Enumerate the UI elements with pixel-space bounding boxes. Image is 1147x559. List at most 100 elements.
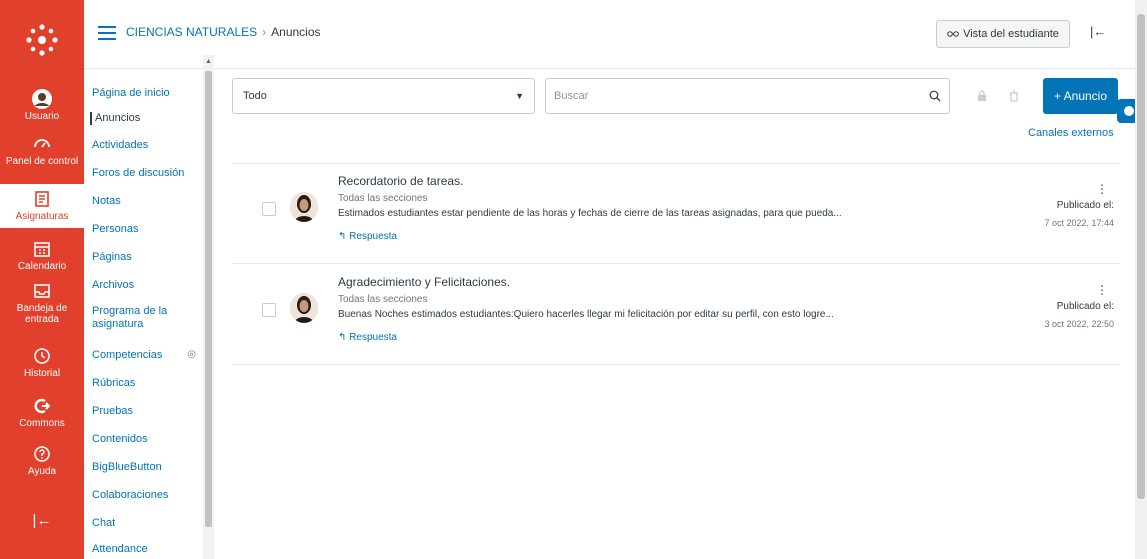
course-nav-archivos[interactable]: Archivos — [92, 279, 200, 292]
reply-icon: ↰ — [338, 231, 347, 242]
course-nav-bigbluebutton[interactable]: BigBlueButton — [92, 461, 200, 474]
breadcrumb: CIENCIAS NATURALES › Anuncios — [126, 25, 321, 39]
course-nav-pagina-de-inicio[interactable]: Página de inicio — [92, 87, 200, 100]
nav-label: Usuario — [24, 111, 60, 122]
posted-label: Publicado el: — [1056, 200, 1114, 211]
course-nav-actividades[interactable]: Actividades — [92, 139, 200, 152]
hamburger-menu-icon[interactable] — [98, 26, 116, 40]
collapse-nav-button[interactable]: |← — [0, 505, 84, 535]
commons-icon — [31, 395, 53, 417]
kebab-menu-icon[interactable]: ⋮ — [1096, 283, 1108, 297]
trash-icon — [1010, 90, 1018, 102]
course-header: CIENCIAS NATURALES › Anuncios Vista del … — [84, 0, 1147, 68]
glasses-icon — [947, 31, 959, 37]
course-nav-paginas[interactable]: Páginas — [92, 251, 200, 264]
breadcrumb-current: Anuncios — [271, 25, 321, 39]
add-announcement-button[interactable]: + Anuncio — [1043, 78, 1118, 114]
nav-panel-de-control[interactable]: Panel de control — [0, 133, 84, 168]
courses-icon — [31, 188, 53, 210]
announcement-sections: Todas las secciones — [338, 193, 428, 204]
kebab-menu-icon[interactable]: ⋮ — [1096, 182, 1108, 196]
filter-select[interactable]: Todo ▼ — [232, 78, 535, 114]
course-nav-anuncios[interactable]: Anuncios — [90, 112, 198, 125]
page-scrollbar-thumb[interactable] — [1137, 14, 1145, 499]
announcement-checkbox[interactable] — [262, 202, 276, 216]
course-nav-chat[interactable]: Chat — [92, 517, 200, 530]
course-nav-colaboraciones[interactable]: Colaboraciones — [92, 489, 200, 502]
nav-usuario[interactable]: Usuario — [0, 88, 84, 123]
calendar-icon — [31, 238, 53, 260]
search-icon — [929, 90, 941, 102]
avatar[interactable] — [290, 293, 318, 323]
student-view-button[interactable]: Vista del estudiante — [936, 20, 1070, 48]
announcement-message: Buenas Noches estimados estudiantes:Quie… — [338, 309, 834, 320]
course-nav-competencias[interactable]: Competencias ◎ — [92, 349, 200, 362]
posted-date: 7 oct 2022, 17:44 — [1044, 218, 1114, 228]
nav-ayuda[interactable]: Ayuda — [0, 443, 84, 478]
course-nav-notas[interactable]: Notas — [92, 195, 200, 208]
scrollbar-thumb[interactable] — [205, 71, 212, 527]
canvas-logo-icon[interactable] — [0, 0, 84, 80]
course-nav-rubricas[interactable]: Rúbricas — [92, 377, 200, 390]
search-input[interactable]: Buscar — [545, 78, 950, 114]
inbox-icon — [31, 280, 53, 302]
course-nav: Página de inicio Anuncios Actividades Fo… — [84, 69, 206, 559]
course-nav-personas[interactable]: Personas — [92, 223, 200, 236]
reply-label: Respuesta — [349, 231, 397, 242]
course-nav-scrollbar[interactable] — [203, 55, 214, 559]
breadcrumb-separator: › — [262, 25, 267, 39]
reply-link[interactable]: ↰ Respuesta — [338, 231, 397, 242]
breadcrumb-course-link[interactable]: CIENCIAS NATURALES — [126, 25, 257, 39]
scroll-up-arrow-icon[interactable]: ▲ — [205, 58, 212, 65]
course-nav-label: Competencias — [92, 349, 163, 361]
reply-label: Respuesta — [349, 332, 397, 343]
nav-label: Asignaturas — [15, 211, 69, 222]
search-placeholder: Buscar — [554, 90, 589, 102]
nav-calendario[interactable]: Calendario — [0, 238, 84, 273]
nav-commons[interactable]: Commons — [0, 395, 84, 430]
avatar[interactable] — [290, 192, 318, 222]
course-nav-programa[interactable]: Programa de la asignatura — [92, 305, 172, 330]
main-content: Todo ▼ Buscar + Anuncio Canales externos… — [232, 69, 1122, 559]
course-nav-attendance[interactable]: Attendance — [92, 543, 200, 556]
course-nav-foros[interactable]: Foros de discusión — [92, 167, 200, 180]
page-scrollbar[interactable] — [1135, 0, 1147, 559]
nav-label: Historial — [23, 368, 61, 379]
lock-icon — [978, 90, 986, 101]
collapse-icon: |← — [32, 511, 52, 529]
nav-label: Panel de control — [5, 156, 79, 167]
nav-label: Bandeja de entrada — [16, 303, 68, 325]
announcement-title[interactable]: Recordatorio de tareas. — [338, 174, 463, 188]
course-nav-contenidos[interactable]: Contenidos — [92, 433, 200, 446]
announcement-title[interactable]: Agradecimiento y Felicitaciones. — [338, 275, 510, 289]
nav-asignaturas[interactable]: Asignaturas — [0, 184, 84, 228]
dashboard-icon — [31, 133, 53, 155]
announcement-checkbox[interactable] — [262, 303, 276, 317]
posted-label: Publicado el: — [1056, 301, 1114, 312]
student-view-label: Vista del estudiante — [963, 28, 1059, 40]
nav-label: Commons — [19, 418, 65, 429]
filter-select-value: Todo — [243, 90, 267, 102]
posted-date: 3 oct 2022, 22:50 — [1044, 319, 1114, 329]
collapse-sidebar-icon[interactable]: |← — [1090, 24, 1106, 39]
announcement-row[interactable]: Agradecimiento y Felicitaciones. Todas l… — [232, 265, 1120, 365]
nav-bandeja[interactable]: Bandeja de entrada — [0, 280, 84, 325]
announcement-sections: Todas las secciones — [338, 294, 428, 305]
course-nav-pruebas[interactable]: Pruebas — [92, 405, 200, 418]
user-icon — [31, 88, 53, 110]
nav-label: Ayuda — [27, 466, 57, 477]
announcement-row[interactable]: Recordatorio de tareas. Todas las seccio… — [232, 164, 1120, 264]
external-feeds-link[interactable]: Canales externos — [1028, 127, 1114, 139]
hidden-eye-icon: ◎ — [187, 349, 196, 360]
reply-icon: ↰ — [338, 332, 347, 343]
delete-button[interactable] — [1002, 83, 1026, 109]
lock-button[interactable] — [970, 83, 994, 109]
help-icon — [31, 443, 53, 465]
nav-label: Calendario — [17, 261, 67, 272]
chevron-down-icon: ▼ — [515, 91, 524, 101]
history-icon — [31, 345, 53, 367]
announcement-message: Estimados estudiantes estar pendiente de… — [338, 208, 842, 219]
reply-link[interactable]: ↰ Respuesta — [338, 332, 397, 343]
nav-historial[interactable]: Historial — [0, 345, 84, 380]
global-nav: Usuario Panel de control Asignaturas Cal… — [0, 0, 84, 559]
